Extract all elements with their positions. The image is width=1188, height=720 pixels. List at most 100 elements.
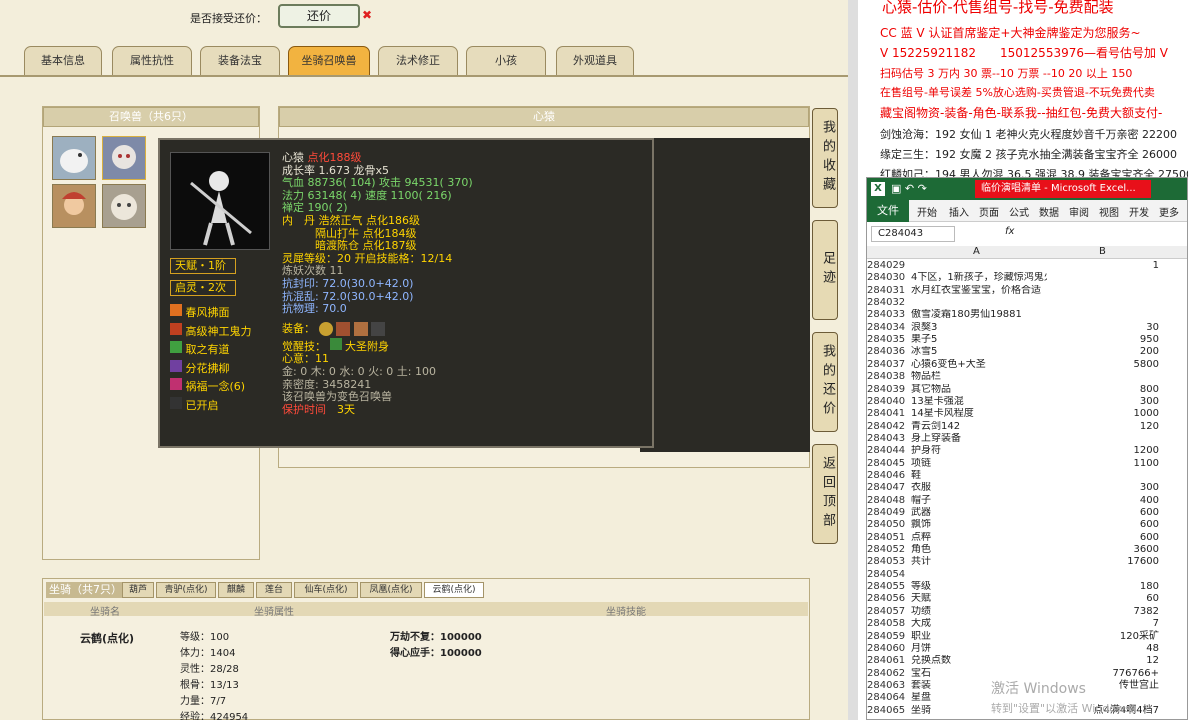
- table-cell[interactable]: 4下区，1新孩子，珍藏惊鸿鬼火克火，程度伤害: [911, 272, 1047, 284]
- menu-home[interactable]: 开始: [917, 204, 937, 219]
- col-a-header[interactable]: A: [973, 246, 980, 257]
- table-cell[interactable]: 武器: [911, 507, 1047, 519]
- scrollbar[interactable]: [848, 0, 858, 720]
- mount-tab[interactable]: 麒麟: [218, 582, 254, 598]
- table-row[interactable]: 284048 帽子 400: [867, 495, 1187, 507]
- table-row[interactable]: 284058 大成 7: [867, 618, 1187, 630]
- table-cell[interactable]: 其它物品: [911, 384, 1047, 396]
- table-row[interactable]: 284037 心猿6变色+大圣 5800: [867, 359, 1187, 371]
- table-cell[interactable]: 800: [1049, 384, 1159, 396]
- table-row[interactable]: 284054: [867, 569, 1187, 581]
- table-cell[interactable]: 200: [1049, 346, 1159, 358]
- table-row[interactable]: 284034 浪獒3 30: [867, 322, 1187, 334]
- table-row[interactable]: 284035 果子5 950: [867, 334, 1187, 346]
- close-icon[interactable]: ✖: [362, 8, 372, 22]
- menu-view[interactable]: 视图: [1099, 204, 1119, 219]
- table-cell[interactable]: 身上穿装备: [911, 433, 1047, 445]
- equip-slot-icon[interactable]: [371, 321, 385, 336]
- table-row[interactable]: 284042 青云剑142 120: [867, 421, 1187, 433]
- table-row[interactable]: 284051 点粹 600: [867, 532, 1187, 544]
- table-row[interactable]: 284039 其它物品 800: [867, 384, 1187, 396]
- tab-appearance[interactable]: 外观道具: [556, 46, 634, 76]
- table-cell[interactable]: 400: [1049, 495, 1159, 507]
- table-row[interactable]: 284030 4下区，1新孩子，珍藏惊鸿鬼火克火，程度伤害: [867, 272, 1187, 284]
- table-row[interactable]: 284046 鞋: [867, 470, 1187, 482]
- table-cell[interactable]: 物品栏: [911, 371, 1047, 383]
- table-cell[interactable]: 果子5: [911, 334, 1047, 346]
- table-cell[interactable]: 13星卡强混: [911, 396, 1047, 408]
- pet-thumbnail[interactable]: [102, 136, 146, 180]
- table-cell[interactable]: 冰雪5: [911, 346, 1047, 358]
- menu-file[interactable]: 文件: [867, 200, 909, 222]
- table-cell[interactable]: 青云剑142: [911, 421, 1047, 433]
- table-cell[interactable]: 浪獒3: [911, 322, 1047, 334]
- table-cell[interactable]: 7382: [1049, 606, 1159, 618]
- table-row[interactable]: 284033 傲雪凌霜180男仙19881: [867, 309, 1187, 321]
- my-counter-offers-button[interactable]: 我的还价: [812, 332, 838, 432]
- sheet-grid[interactable]: 28402912840304下区，1新孩子，珍藏惊鸿鬼火克火，程度伤害28403…: [867, 260, 1187, 719]
- table-cell[interactable]: 鞋: [911, 470, 1047, 482]
- table-row[interactable]: 284044 护身符 1200: [867, 445, 1187, 457]
- mount-tab[interactable]: 莲台: [256, 582, 292, 598]
- table-row[interactable]: 284061 兑换点数 12: [867, 655, 1187, 667]
- table-cell[interactable]: 飘饰: [911, 519, 1047, 531]
- col-b-header[interactable]: B: [1099, 246, 1106, 257]
- equip-slot-icon[interactable]: [336, 321, 350, 336]
- table-cell[interactable]: 1200: [1049, 445, 1159, 457]
- back-to-top-button[interactable]: 返回顶部: [812, 444, 838, 544]
- table-cell[interactable]: 心猿6变色+大圣: [911, 359, 1047, 371]
- table-cell[interactable]: 衣服: [911, 482, 1047, 494]
- table-row[interactable]: 284029 1: [867, 260, 1187, 272]
- table-row[interactable]: 284050 飘饰 600: [867, 519, 1187, 531]
- name-box[interactable]: C284043: [871, 226, 955, 242]
- table-cell[interactable]: 600: [1049, 519, 1159, 531]
- table-cell[interactable]: 功绩: [911, 606, 1047, 618]
- table-cell[interactable]: 120采矿: [1049, 631, 1159, 643]
- table-cell[interactable]: 护身符: [911, 445, 1047, 457]
- mount-tab[interactable]: 葫芦: [122, 582, 154, 598]
- mount-tab-active[interactable]: 云鹤(点化): [424, 582, 484, 598]
- table-cell[interactable]: 角色: [911, 544, 1047, 556]
- save-icon[interactable]: ▣ ↶ ↷: [891, 182, 927, 195]
- table-cell[interactable]: 12: [1049, 655, 1159, 667]
- table-row[interactable]: 284045 项链 1100: [867, 458, 1187, 470]
- pet-thumbnail[interactable]: [102, 184, 146, 228]
- table-cell[interactable]: 60: [1049, 593, 1159, 605]
- table-row[interactable]: 284032: [867, 297, 1187, 309]
- table-cell[interactable]: 5800: [1049, 359, 1159, 371]
- table-cell[interactable]: 300: [1049, 482, 1159, 494]
- table-row[interactable]: 284060 月饼 48: [867, 643, 1187, 655]
- table-cell[interactable]: 600: [1049, 507, 1159, 519]
- table-row[interactable]: 284043 身上穿装备: [867, 433, 1187, 445]
- menu-insert[interactable]: 插入: [949, 204, 969, 219]
- table-cell[interactable]: 月饼: [911, 643, 1047, 655]
- tab-attributes[interactable]: 属性抗性: [112, 46, 192, 76]
- table-cell[interactable]: 17600: [1049, 556, 1159, 568]
- table-cell[interactable]: 600: [1049, 532, 1159, 544]
- table-row[interactable]: 284057 功绩 7382: [867, 606, 1187, 618]
- table-cell[interactable]: 帽子: [911, 495, 1047, 507]
- table-row[interactable]: 284055 等级 180: [867, 581, 1187, 593]
- tab-spell-mods[interactable]: 法术修正: [378, 46, 458, 76]
- tab-child[interactable]: 小孩: [466, 46, 546, 76]
- table-cell[interactable]: 7: [1049, 618, 1159, 630]
- table-row[interactable]: 284049 武器 600: [867, 507, 1187, 519]
- table-row[interactable]: 284036 冰雪5 200: [867, 346, 1187, 358]
- table-row[interactable]: 284047 衣服 300: [867, 482, 1187, 494]
- table-row[interactable]: 284031 水月红衣宝鉴宝宝，价格合适: [867, 285, 1187, 297]
- mount-tab[interactable]: 青驴(点化): [156, 582, 216, 598]
- table-cell[interactable]: 1: [1049, 260, 1159, 272]
- table-row[interactable]: 284038 物品栏: [867, 371, 1187, 383]
- pet-thumbnail[interactable]: [52, 184, 96, 228]
- table-row[interactable]: 284040 13星卡强混 300: [867, 396, 1187, 408]
- mount-tab[interactable]: 仙车(点化): [294, 582, 358, 598]
- table-row[interactable]: 284041 14星卡风程度 1000: [867, 408, 1187, 420]
- table-cell[interactable]: 300: [1049, 396, 1159, 408]
- table-cell[interactable]: 14星卡风程度: [911, 408, 1047, 420]
- table-cell[interactable]: 180: [1049, 581, 1159, 593]
- equip-slot-icon[interactable]: [353, 321, 368, 336]
- table-cell[interactable]: 1100: [1049, 458, 1159, 470]
- menu-layout[interactable]: 页面: [979, 204, 999, 219]
- tab-basic-info[interactable]: 基本信息: [24, 46, 102, 76]
- table-cell[interactable]: 点粹: [911, 532, 1047, 544]
